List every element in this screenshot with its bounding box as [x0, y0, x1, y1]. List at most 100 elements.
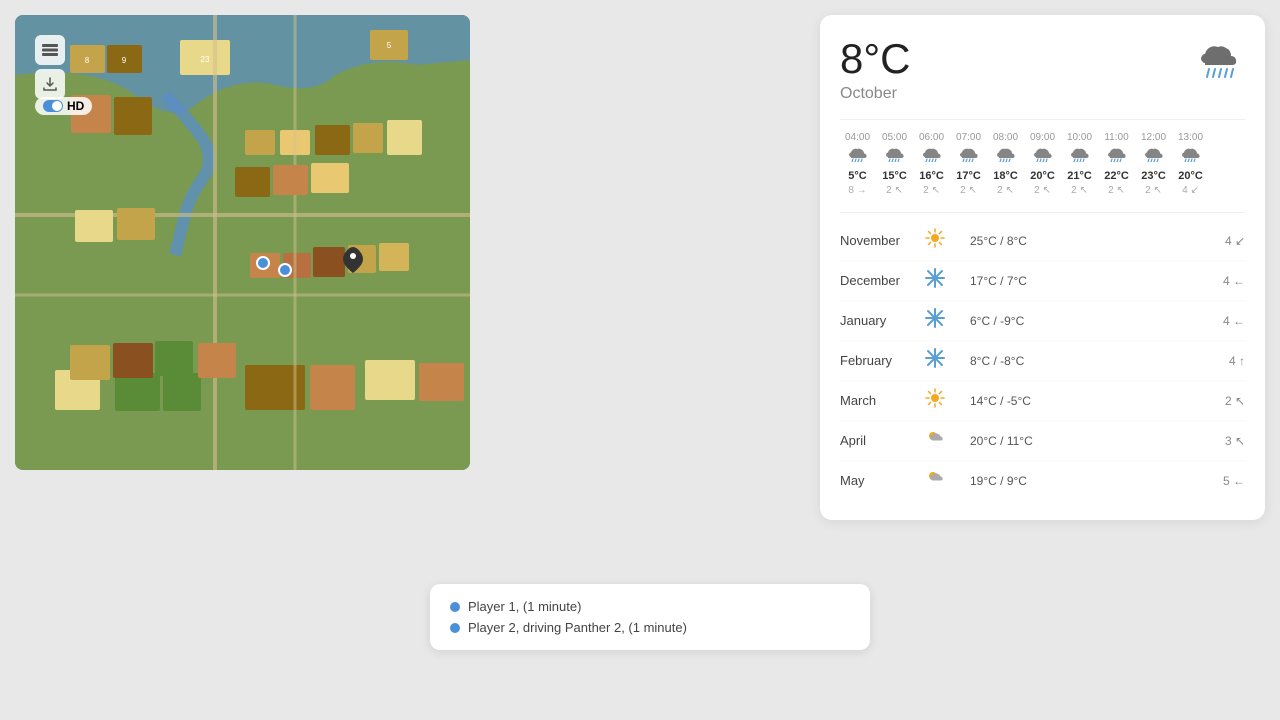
month-row: March 14°C / -5°C 2 ↖ [840, 381, 1245, 421]
month-name: November [840, 233, 920, 248]
hour-icon [1107, 146, 1127, 167]
hour-label: 12:00 [1141, 132, 1166, 143]
month-name: December [840, 273, 920, 288]
month-temps: 19°C / 9°C [950, 474, 1195, 488]
month-temps: 20°C / 11°C [950, 434, 1195, 448]
player-2-info: Player 2, driving Panther 2, (1 minute) [468, 620, 687, 635]
hour-icon [959, 146, 979, 167]
hour-label: 13:00 [1178, 132, 1203, 143]
month-row: May 19°C / 9°C 5 ← [840, 461, 1245, 500]
month-icon [920, 387, 950, 414]
hd-label: HD [67, 99, 84, 113]
month-row: December 17°C / 7°C 4 ← [840, 261, 1245, 301]
month-name: March [840, 393, 920, 408]
month-name: April [840, 433, 920, 448]
hour-label: 08:00 [993, 132, 1018, 143]
hour-label: 10:00 [1067, 132, 1092, 143]
hour-temp: 18°C [993, 170, 1018, 182]
month-icon [920, 227, 950, 254]
month-wind: 4 ← [1195, 274, 1245, 288]
hour-icon [1070, 146, 1090, 167]
hour-label: 09:00 [1030, 132, 1055, 143]
month-name: January [840, 313, 920, 328]
hour-icon [1181, 146, 1201, 167]
layers-button[interactable] [35, 35, 65, 65]
hour-wind: 4 ↙ [1182, 185, 1199, 196]
player-dot-1 [450, 602, 460, 612]
hour-wind: 2 ↖ [1034, 185, 1051, 196]
hour-icon [922, 146, 942, 167]
hour-col: 11:00 22°C 2 ↖ [1099, 132, 1134, 196]
current-weather-info: 8°C October [840, 35, 911, 103]
svg-text:9: 9 [122, 56, 127, 65]
weather-rain-icon [1195, 35, 1245, 92]
hour-col: 09:00 20°C 2 ↖ [1025, 132, 1060, 196]
hour-label: 11:00 [1104, 132, 1128, 143]
month-name: February [840, 353, 920, 368]
current-month: October [840, 85, 911, 103]
month-row: January 6°C / -9°C 4 ← [840, 301, 1245, 341]
hd-toggle[interactable]: HD [35, 97, 92, 115]
weather-header: 8°C October [840, 35, 1245, 103]
map-svg: 8 9 23 5 [15, 15, 470, 470]
month-row: February 8°C / -8°C 4 ↑ [840, 341, 1245, 381]
hour-wind: 2 ↖ [1071, 185, 1088, 196]
hour-col: 05:00 15°C 2 ↖ [877, 132, 912, 196]
month-temps: 6°C / -9°C [950, 314, 1195, 328]
month-temps: 17°C / 7°C [950, 274, 1195, 288]
hour-wind: 2 ↖ [1108, 185, 1125, 196]
hourly-section: 04:00 5°C 8 → 05:00 15°C 2 ↖ 06: [840, 119, 1245, 196]
hourly-grid: 04:00 5°C 8 → 05:00 15°C 2 ↖ 06: [840, 132, 1245, 196]
hour-col: 12:00 23°C 2 ↖ [1136, 132, 1171, 196]
hour-wind: 2 ↖ [1145, 185, 1162, 196]
monthly-section: November 25°C / 8°C 4 ↙ December 17°C / … [840, 212, 1245, 500]
hour-col: 10:00 21°C 2 ↖ [1062, 132, 1097, 196]
hour-icon [1144, 146, 1164, 167]
player-row-1: Player 1, (1 minute) [450, 596, 850, 617]
hour-icon [848, 146, 868, 167]
month-wind: 4 ↙ [1195, 234, 1245, 248]
hour-col: 08:00 18°C 2 ↖ [988, 132, 1023, 196]
hour-icon [885, 146, 905, 167]
hour-temp: 17°C [956, 170, 981, 182]
svg-text:23: 23 [201, 55, 210, 64]
hour-temp: 16°C [919, 170, 944, 182]
hour-wind: 2 ↖ [923, 185, 940, 196]
hour-temp: 15°C [882, 170, 907, 182]
month-icon [920, 467, 950, 494]
toggle-switch[interactable] [43, 100, 63, 112]
hour-label: 04:00 [845, 132, 870, 143]
hour-icon [1033, 146, 1053, 167]
month-wind: 3 ↖ [1195, 434, 1245, 448]
month-name: May [840, 473, 920, 488]
month-temps: 25°C / 8°C [950, 234, 1195, 248]
hour-temp: 20°C [1030, 170, 1055, 182]
month-temps: 8°C / -8°C [950, 354, 1195, 368]
player-dot-2 [450, 623, 460, 633]
hour-col: 13:00 20°C 4 ↙ [1173, 132, 1208, 196]
month-wind: 5 ← [1195, 474, 1245, 488]
month-icon [920, 427, 950, 454]
svg-text:5: 5 [387, 41, 392, 50]
hour-label: 06:00 [919, 132, 944, 143]
current-temperature: 8°C [840, 35, 911, 83]
hour-temp: 20°C [1178, 170, 1203, 182]
hour-wind: 2 ↖ [886, 185, 903, 196]
players-panel: Player 1, (1 minute) Player 2, driving P… [430, 584, 870, 650]
month-row: April 20°C / 11°C 3 ↖ [840, 421, 1245, 461]
download-button[interactable] [35, 69, 65, 99]
hour-temp: 22°C [1104, 170, 1129, 182]
month-icon [920, 267, 950, 294]
hour-col: 04:00 5°C 8 → [840, 132, 875, 196]
hour-temp: 21°C [1067, 170, 1092, 182]
hour-temp: 5°C [848, 170, 866, 182]
hour-col: 06:00 16°C 2 ↖ [914, 132, 949, 196]
month-wind: 4 ↑ [1195, 354, 1245, 368]
map-controls [35, 35, 65, 99]
hour-temp: 23°C [1141, 170, 1166, 182]
hour-icon [996, 146, 1016, 167]
hour-label: 05:00 [882, 132, 907, 143]
month-wind: 4 ← [1195, 314, 1245, 328]
map-panel: 8 9 23 5 [15, 15, 470, 470]
hour-col: 07:00 17°C 2 ↖ [951, 132, 986, 196]
